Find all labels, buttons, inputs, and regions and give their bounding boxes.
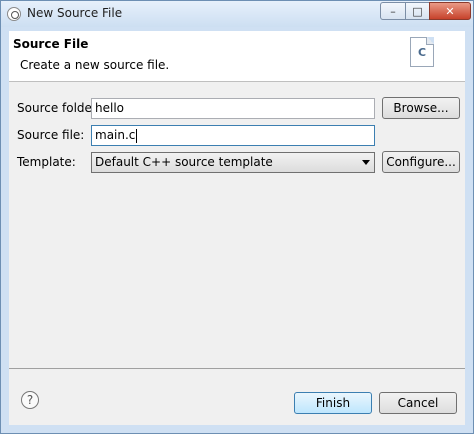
header-description: Create a new source file. — [20, 58, 170, 72]
minimize-button[interactable]: – — [380, 2, 406, 20]
maximize-button[interactable]: □ — [405, 2, 430, 20]
help-icon[interactable]: ? — [21, 391, 39, 409]
browse-button[interactable]: Browse... — [382, 97, 460, 119]
cancel-button[interactable]: Cancel — [379, 392, 457, 414]
close-button[interactable]: ✕ — [429, 2, 471, 20]
wizard-header: Source File Create a new source file. C — [9, 31, 465, 82]
source-folder-field[interactable]: hello — [91, 98, 375, 119]
source-file-value: main.c — [95, 128, 136, 142]
source-folder-label: Source folder: — [17, 101, 101, 115]
app-icon — [7, 7, 21, 21]
template-select[interactable]: Default C++ source template — [91, 152, 375, 173]
finish-button[interactable]: Finish — [294, 392, 372, 414]
source-file-label: Source file: — [17, 128, 85, 142]
dialog-window: New Source File – □ ✕ Source File Create… — [0, 0, 474, 434]
file-c-icon-letter: C — [417, 45, 427, 59]
header-title: Source File — [13, 37, 89, 51]
title-bar[interactable]: New Source File – □ ✕ — [1, 1, 473, 27]
template-label: Template: — [17, 155, 76, 169]
chevron-down-icon — [362, 160, 370, 165]
window-title: New Source File — [27, 6, 123, 20]
source-file-field[interactable]: main.c — [91, 125, 375, 146]
file-c-icon: C — [410, 37, 434, 67]
configure-button[interactable]: Configure... — [382, 151, 460, 173]
text-caret — [136, 128, 138, 143]
template-selected-value: Default C++ source template — [95, 155, 273, 169]
